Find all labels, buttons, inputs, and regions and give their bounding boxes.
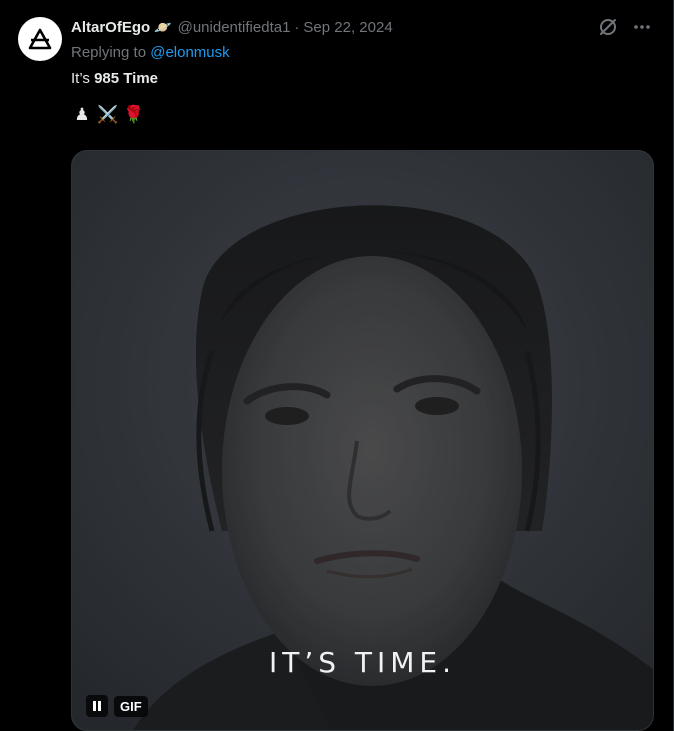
display-name[interactable]: AltarOfEgo xyxy=(71,19,150,36)
crossed-swords-emoji-icon: ⚔️ xyxy=(97,105,119,124)
tweet-date[interactable]: Sep 22, 2024 xyxy=(303,19,392,36)
tweet-text-prefix: It’s xyxy=(71,70,90,87)
separator-dot: · xyxy=(294,18,300,36)
emoji-row: ♟ ⚔️ 🌹 xyxy=(71,102,657,128)
chess-pawn-emoji-icon: ♟ xyxy=(74,105,90,124)
tweet-top-actions xyxy=(597,16,653,38)
pause-icon[interactable] xyxy=(86,695,108,717)
gif-controls: GIF xyxy=(86,695,148,717)
tweet-text: It’s 985 Time xyxy=(71,68,657,90)
tweet-text-bold: 985 Time xyxy=(94,70,159,87)
gif-badge: GIF xyxy=(114,695,148,717)
gif-frame-image xyxy=(72,151,653,730)
gif-media[interactable]: IT’S TIME. GIF xyxy=(71,150,654,731)
more-icon[interactable] xyxy=(631,16,653,38)
tweet-content: AltarOfEgo 🪐 @unidentifiedta1 · Sep 22, … xyxy=(71,16,657,128)
tweet-header: AltarOfEgo 🪐 @unidentifiedta1 · Sep 22, … xyxy=(71,16,657,38)
grok-icon[interactable] xyxy=(597,16,619,38)
alchemy-triangle-icon xyxy=(28,28,52,50)
gif-caption: IT’S TIME. xyxy=(268,646,457,679)
avatar[interactable] xyxy=(18,17,62,61)
tweet-article[interactable]: AltarOfEgo 🪐 @unidentifiedta1 · Sep 22, … xyxy=(0,0,674,731)
reply-prefix: Replying to xyxy=(71,44,147,61)
rose-emoji-icon: 🌹 xyxy=(123,105,145,124)
reply-context: Replying to @elonmusk xyxy=(71,42,657,64)
reply-mention-link[interactable]: @elonmusk xyxy=(150,44,229,61)
user-handle[interactable]: @unidentifiedta1 xyxy=(178,19,291,36)
planet-emoji-icon: 🪐 xyxy=(154,18,172,35)
